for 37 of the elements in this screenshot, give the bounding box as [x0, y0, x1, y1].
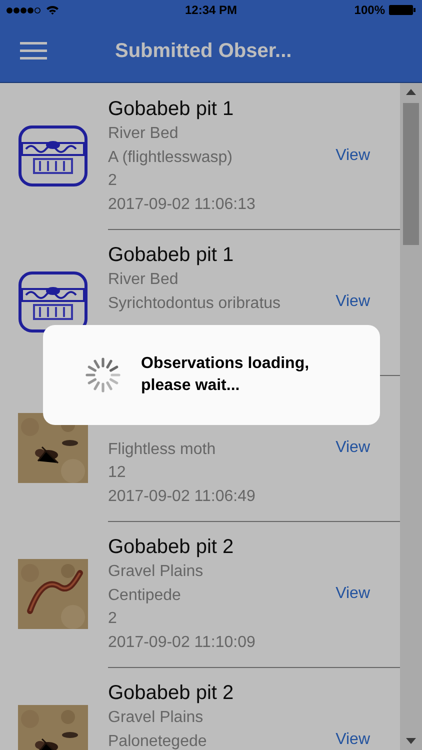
battery-icon: [389, 5, 416, 15]
observation-detail: 12: [108, 463, 127, 483]
view-link[interactable]: View: [336, 439, 370, 457]
signal-icon: [6, 6, 42, 14]
observation-site: Gobabeb pit 1: [108, 243, 235, 268]
screen-title: Submitted Obser...: [115, 40, 292, 62]
observation-site: Gobabeb pit 2: [108, 681, 235, 706]
menu-icon[interactable]: [20, 42, 47, 60]
view-link[interactable]: View: [336, 585, 370, 603]
observation-detail: 2017-09-02 11:06:13: [108, 194, 256, 214]
observation-detail: River Bed: [108, 270, 180, 290]
observation-detail: Centipede: [108, 586, 182, 606]
scroll-down-arrow-icon[interactable]: [406, 738, 416, 744]
observation-detail: Palonetegede: [108, 732, 208, 750]
loading-message: Observations loading, please wait...: [141, 354, 310, 396]
observation-detail: 2017-09-02 11:06:49: [108, 486, 256, 506]
observation-site: Gobabeb pit 1: [108, 97, 235, 122]
observation-site: Gobabeb pit 2: [108, 535, 235, 560]
view-link[interactable]: View: [336, 731, 370, 749]
observation-detail: Syrichtodontus oribratus: [108, 294, 282, 314]
scroll-up-arrow-icon[interactable]: [406, 89, 416, 95]
view-link[interactable]: View: [336, 147, 370, 165]
observation-detail: 2: [108, 609, 118, 629]
battery-percent: 100%: [354, 3, 385, 17]
scrollbar[interactable]: [400, 83, 422, 750]
status-time: 12:34 PM: [184, 3, 238, 17]
observation-detail: A (flightlesswasp): [108, 148, 234, 168]
observation-detail: 2: [108, 171, 118, 191]
observation-detail: Gravel Plains: [108, 708, 204, 728]
wifi-icon: [46, 5, 59, 15]
loading-spinner-icon: [85, 357, 121, 393]
observation-detail: Flightless moth: [108, 440, 217, 460]
observation-detail: 2017-09-02 11:10:09: [108, 632, 256, 652]
observation-detail: River Bed: [108, 124, 180, 144]
view-link[interactable]: View: [336, 293, 370, 311]
observation-detail: Gravel Plains: [108, 562, 204, 582]
scrollbar-thumb[interactable]: [403, 103, 419, 245]
